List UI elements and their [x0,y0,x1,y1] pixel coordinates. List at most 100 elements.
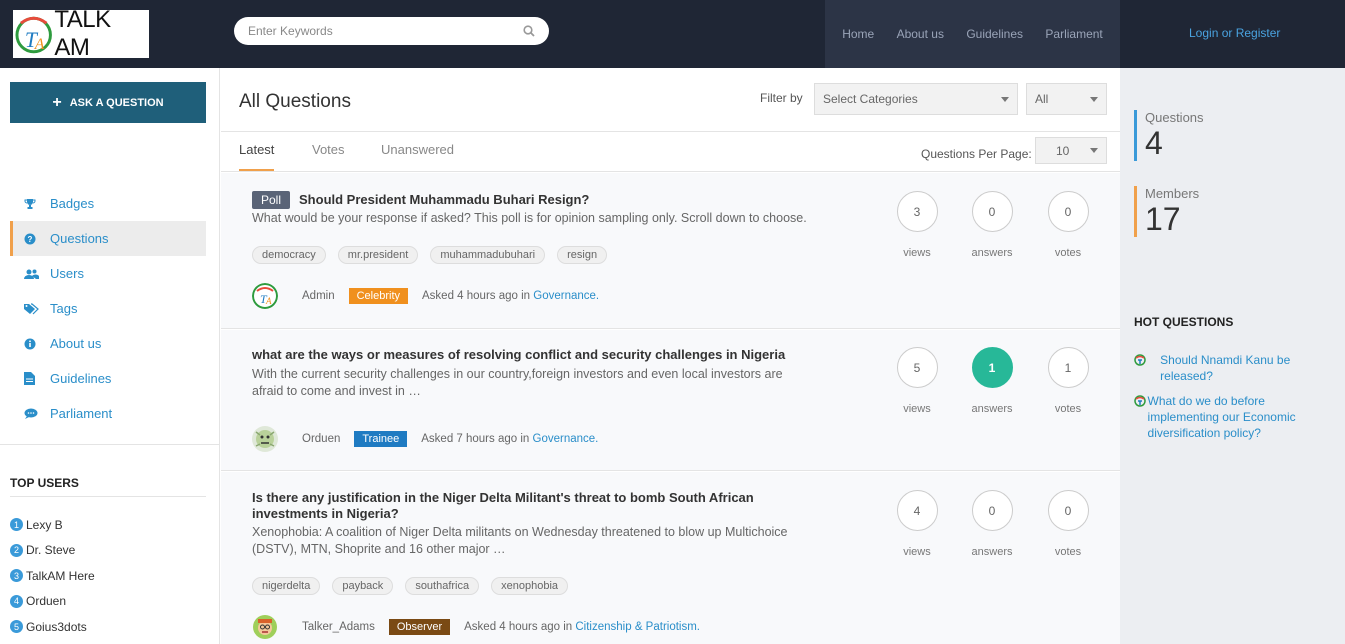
top-user-item[interactable]: 1 Lexy B [10,512,95,538]
top-users-heading: TOP USERS [10,476,206,497]
chevron-down-icon [1001,96,1009,102]
trophy-icon [24,198,50,210]
tab-unanswered[interactable]: Unanswered [381,142,454,169]
sidebar-item-about-us[interactable]: About us [10,326,206,361]
per-page-value: 10 [1056,143,1070,158]
avatar[interactable]: TA [252,283,278,309]
tag[interactable]: nigerdelta [252,577,321,595]
tag[interactable]: muhammadubuhari [430,246,546,264]
tag[interactable]: xenophobia [491,577,569,595]
rank-badge: 4 [10,594,23,608]
answers-count: 0 [971,191,1013,232]
sidebar-item-badges[interactable]: Badges [10,186,206,221]
votes-label: votes [1054,546,1082,558]
members-count-label: Members [1145,186,1200,201]
top-user-item[interactable]: 4 Orduen [10,589,95,615]
hot-question-item[interactable]: What do we do before implementing our Ec… [1134,393,1334,441]
chevron-down-icon [1090,96,1098,102]
category-select[interactable]: Select Categories [814,83,1018,115]
author-name[interactable]: Orduen [302,433,340,445]
top-user-name: Goius3dots [26,619,87,634]
sidebar-item-tags[interactable]: Tags [10,291,206,326]
answers-label: answers [971,546,1013,558]
author-name[interactable]: Admin [302,290,335,302]
question-circle-icon: ? [24,233,50,245]
ask-question-label: ASK A QUESTION [69,96,164,109]
answers-stat: 0 answers [962,490,1022,558]
rank-badge: 5 [10,620,23,634]
top-user-name: TalkAM Here [26,568,95,583]
votes-count: 1 [1047,347,1089,388]
rank-badge: 3 [10,569,23,583]
answers-count: 0 [971,490,1013,531]
nav-home[interactable]: Home [842,27,874,41]
nav-about-us[interactable]: About us [897,27,944,41]
category-link[interactable]: Citizenship & Patriotism. [575,621,700,633]
question-title[interactable]: Poll Should President Muhammadu Buhari Re… [252,191,812,209]
question-item: what are the ways or measures of resolvi… [221,330,1120,471]
site-logo[interactable]: T A TALK AM [13,6,149,61]
user-badge: Observer [388,619,451,635]
rank-badge: 2 [10,543,23,557]
avatar[interactable] [252,426,278,452]
filter-label: Filter by [760,91,803,105]
tab-votes[interactable]: Votes [312,142,345,169]
sidebar-item-label: Users [50,266,84,281]
answers-stat: 0 answers [962,191,1022,259]
nav-guidelines[interactable]: Guidelines [966,27,1023,41]
sidebar-item-label: Badges [50,196,95,211]
avatar[interactable] [252,614,278,640]
top-users-list: 1 Lexy B 2 Dr. Steve 3 TalkAM Here 4 Orduen … [10,512,95,640]
views-count: 4 [896,490,938,531]
svg-text:A: A [34,36,45,53]
hot-question-item[interactable]: Should Nnamdi Kanu be released? [1134,352,1334,384]
top-user-item[interactable]: 3 TalkAM Here [10,563,95,589]
answers-count: 1 [971,347,1013,388]
tag[interactable]: payback [332,577,394,595]
questions-count-label: Questions [1145,110,1204,125]
votes-stat: 1 votes [1038,347,1098,415]
category-link[interactable]: Governance. [533,433,599,445]
sidebar-item-users[interactable]: Users [10,256,206,291]
sidebar-item-label: Parliament [50,406,113,421]
sidebar-item-parliament[interactable]: Parliament [10,396,206,431]
logo-icon: T A [15,16,52,54]
author-name[interactable]: Talker_Adams [302,621,375,633]
top-user-name: Dr. Steve [26,543,76,558]
top-user-item[interactable]: 2 Dr. Steve [10,538,95,564]
question-excerpt: Xenophobia: A coalition of Niger Delta m… [252,525,788,556]
tag[interactable]: resign [557,246,608,264]
per-page-select[interactable]: 10 [1035,137,1107,164]
question-title[interactable]: Is there any justification in the Niger … [252,490,812,522]
hot-question-link[interactable]: Should Nnamdi Kanu be released? [1160,352,1334,384]
top-user-item[interactable]: 5 Goius3dots [10,614,95,640]
tag[interactable]: democracy [252,246,326,264]
search-box [234,17,549,45]
question-title[interactable]: what are the ways or measures of resolvi… [252,347,812,363]
ask-question-button[interactable]: + ASK A QUESTION [10,82,206,123]
tag-list: democracy mr.president muhammadubuhari r… [252,246,608,264]
sidebar-item-label: About us [50,336,102,351]
question-meta: Talker_Adams Observer Asked 4 hours ago … [252,614,700,640]
questions-count: 4 [1145,125,1163,161]
status-select[interactable]: All [1026,83,1107,115]
question-title-text: Should President Muhammadu Buhari Resign… [299,192,590,207]
category-link[interactable]: Governance. [533,290,599,302]
tab-latest[interactable]: Latest [239,142,275,171]
nav-parliament[interactable]: Parliament [1045,27,1102,41]
hot-question-link[interactable]: What do we do before implementing our Ec… [1148,393,1334,441]
sidebar-item-guidelines[interactable]: Guidelines [10,361,206,396]
views-label: views [903,247,931,259]
tag[interactable]: mr.president [337,246,419,264]
users-icon [24,268,50,280]
asked-time: Asked 4 hours ago in [422,290,531,302]
plus-icon: + [52,93,62,111]
sidebar-item-questions[interactable]: ? Questions [10,221,206,256]
login-register-link[interactable]: Login or Register [1189,26,1280,40]
tags-icon [24,302,50,315]
search-icon[interactable] [523,25,535,37]
tag[interactable]: southafrica [405,577,480,595]
svg-text:?: ? [28,235,33,244]
search-input[interactable] [248,24,523,38]
views-stat: 3 views [887,191,947,259]
